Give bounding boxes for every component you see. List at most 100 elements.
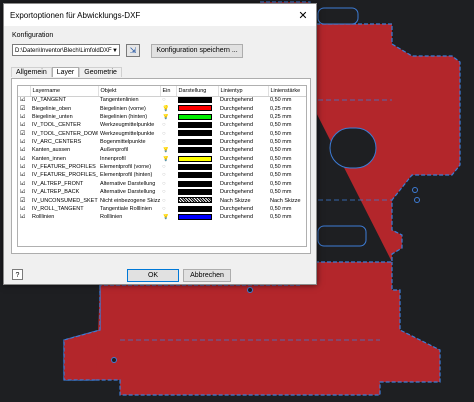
- lightbulb-on-icon[interactable]: 💡: [162, 156, 169, 162]
- table-row[interactable]: ☑ IV_ROLL_TANGENT Tangentiale Rolllinien ○ D…: [18, 205, 306, 214]
- layer-visibility[interactable]: 💡: [160, 214, 176, 222]
- lightbulb-off-icon[interactable]: ○: [162, 206, 166, 212]
- table-row[interactable]: ☑ Rolllinien Rolllinien 💡 Durchgehend 0,50 mm: [18, 214, 306, 222]
- layer-lineweight[interactable]: 0,25 mm: [268, 114, 306, 122]
- table-row[interactable]: ☑ IV_TOOL_CENTER Werkzeugmittelpunkte ○ Durc…: [18, 122, 306, 130]
- table-row[interactable]: ☑ IV_ALTREP_BACK Alternative Darstellung ○ D…: [18, 188, 306, 197]
- layer-color-swatch[interactable]: [176, 122, 218, 130]
- layer-lineweight[interactable]: 0,50 mm: [268, 189, 306, 197]
- header-darstellung[interactable]: Darstellung: [176, 86, 219, 97]
- layer-color-swatch[interactable]: [176, 172, 218, 180]
- row-checkbox[interactable]: ☑: [18, 172, 30, 180]
- row-checkbox[interactable]: ☑: [18, 130, 30, 138]
- table-row[interactable]: ☑ IV_TANGENT Tangentenlinien ○ Durchgehend 0,…: [18, 97, 306, 106]
- header-linientyp[interactable]: Linientyp: [218, 86, 269, 97]
- layer-linetype[interactable]: Durchgehend: [218, 105, 268, 113]
- layer-lineweight[interactable]: 0,50 mm: [268, 97, 306, 106]
- layer-linetype[interactable]: Durchgehend: [218, 181, 268, 189]
- table-row[interactable]: ☑ IV_TOOL_CENTER_DOWN Werkzeugmittelpunkte…: [18, 130, 306, 138]
- checkbox-checked-icon[interactable]: ☑: [20, 181, 25, 187]
- color-swatch[interactable]: [178, 188, 212, 195]
- checkbox-checked-icon[interactable]: ☑: [20, 206, 25, 212]
- cancel-button[interactable]: Abbrechen: [183, 269, 231, 282]
- layer-lineweight[interactable]: 0,50 mm: [268, 122, 306, 130]
- color-swatch[interactable]: [178, 214, 212, 221]
- checkbox-checked-icon[interactable]: ☑: [20, 172, 25, 178]
- color-swatch[interactable]: [178, 138, 212, 145]
- header-objekt[interactable]: Objekt: [98, 86, 161, 97]
- row-checkbox[interactable]: ☑: [18, 156, 30, 164]
- color-swatch[interactable]: [178, 197, 212, 204]
- layer-linetype[interactable]: Durchgehend: [218, 172, 268, 180]
- row-checkbox[interactable]: ☑: [18, 206, 30, 214]
- layer-color-swatch[interactable]: [176, 130, 218, 138]
- row-checkbox[interactable]: ☑: [18, 139, 30, 147]
- checkbox-checked-icon[interactable]: ☑: [20, 214, 25, 220]
- checkbox-checked-icon[interactable]: ☑: [20, 122, 25, 128]
- table-row[interactable]: ☑ Kanten_innen Innenprofil 💡 Durchgehend 0,50…: [18, 155, 306, 164]
- row-checkbox[interactable]: ☑: [18, 105, 30, 113]
- browse-folder-icon[interactable]: ⇲: [126, 44, 140, 57]
- header-ein[interactable]: Ein: [160, 86, 177, 97]
- color-swatch[interactable]: [178, 163, 212, 170]
- layer-lineweight[interactable]: 0,50 mm: [268, 147, 306, 155]
- layer-color-swatch[interactable]: [176, 155, 218, 164]
- row-checkbox[interactable]: ☑: [18, 214, 30, 222]
- checkbox-checked-icon[interactable]: ☑: [20, 156, 25, 162]
- close-icon[interactable]: ✕: [296, 9, 310, 22]
- row-checkbox[interactable]: ☑: [18, 189, 30, 197]
- layer-lineweight[interactable]: 0,50 mm: [268, 206, 306, 214]
- layer-color-swatch[interactable]: [176, 214, 218, 222]
- tab-allgemein[interactable]: Allgemein: [11, 67, 52, 77]
- checkbox-checked-icon[interactable]: ☑: [20, 189, 25, 195]
- lightbulb-off-icon[interactable]: ○: [162, 164, 166, 170]
- layer-lineweight[interactable]: 0,50 mm: [268, 130, 306, 138]
- lightbulb-on-icon[interactable]: 💡: [162, 106, 169, 112]
- layer-table-container[interactable]: Layername Objekt Ein Darstellung Linient…: [17, 85, 307, 247]
- table-row[interactable]: ☑ IV_FEATURE_PROFILES Elementprofil (vorne…: [18, 163, 306, 172]
- layer-linetype[interactable]: Durchgehend: [218, 164, 268, 172]
- layer-lineweight[interactable]: 0,50 mm: [268, 214, 306, 222]
- layer-lineweight[interactable]: 0,50 mm: [268, 156, 306, 164]
- layer-color-swatch[interactable]: [176, 113, 218, 122]
- layer-linetype[interactable]: Durchgehend: [218, 97, 268, 106]
- layer-linetype[interactable]: Durchgehend: [218, 189, 268, 197]
- layer-linetype[interactable]: Durchgehend: [218, 156, 268, 164]
- layer-color-swatch[interactable]: [176, 97, 218, 106]
- layer-visibility[interactable]: ○: [160, 130, 176, 138]
- table-row[interactable]: ☑ IV_ALTREP_FRONT Alternative Darstellung ○…: [18, 180, 306, 189]
- layer-linetype[interactable]: Nach Skizze: [218, 197, 268, 205]
- row-checkbox[interactable]: ☑: [18, 97, 30, 106]
- checkbox-checked-icon[interactable]: ☑: [20, 114, 25, 120]
- color-swatch[interactable]: [178, 147, 212, 154]
- layer-visibility[interactable]: 💡: [160, 147, 176, 155]
- header-layername[interactable]: Layername: [30, 86, 99, 97]
- color-swatch[interactable]: [178, 122, 212, 129]
- color-swatch[interactable]: [178, 130, 212, 137]
- color-swatch[interactable]: [178, 172, 212, 179]
- layer-visibility[interactable]: 💡: [160, 114, 176, 122]
- checkbox-checked-icon[interactable]: ☑: [20, 198, 25, 204]
- layer-visibility[interactable]: ○: [160, 97, 176, 106]
- layer-linetype[interactable]: Durchgehend: [218, 122, 268, 130]
- layer-linetype[interactable]: Durchgehend: [218, 130, 268, 138]
- layer-color-swatch[interactable]: [176, 138, 218, 147]
- layer-color-swatch[interactable]: [176, 188, 218, 197]
- table-row[interactable]: ☑ IV_ARC_CENTERS Bogenmittelpunkte ○ Durchge…: [18, 138, 306, 147]
- save-config-button[interactable]: Konfiguration speichern ...: [151, 44, 243, 58]
- lightbulb-off-icon[interactable]: ○: [162, 172, 166, 178]
- layer-linetype[interactable]: Durchgehend: [218, 139, 268, 147]
- layer-lineweight[interactable]: 0,50 mm: [268, 164, 306, 172]
- row-checkbox[interactable]: ☑: [18, 164, 30, 172]
- layer-linetype[interactable]: Durchgehend: [218, 214, 268, 222]
- lightbulb-off-icon[interactable]: ○: [162, 181, 166, 187]
- table-row[interactable]: ☑ Kanten_aussen Außenprofil 💡 Durchgehend 0,5…: [18, 147, 306, 155]
- row-checkbox[interactable]: ☑: [18, 147, 30, 155]
- layer-color-swatch[interactable]: [176, 197, 218, 205]
- color-swatch[interactable]: [178, 105, 212, 112]
- layer-lineweight[interactable]: Nach Skizze: [268, 197, 306, 205]
- layer-lineweight[interactable]: 0,50 mm: [268, 139, 306, 147]
- checkbox-checked-icon[interactable]: ☑: [20, 147, 25, 153]
- layer-visibility[interactable]: ○: [160, 139, 176, 147]
- color-swatch[interactable]: [178, 205, 212, 212]
